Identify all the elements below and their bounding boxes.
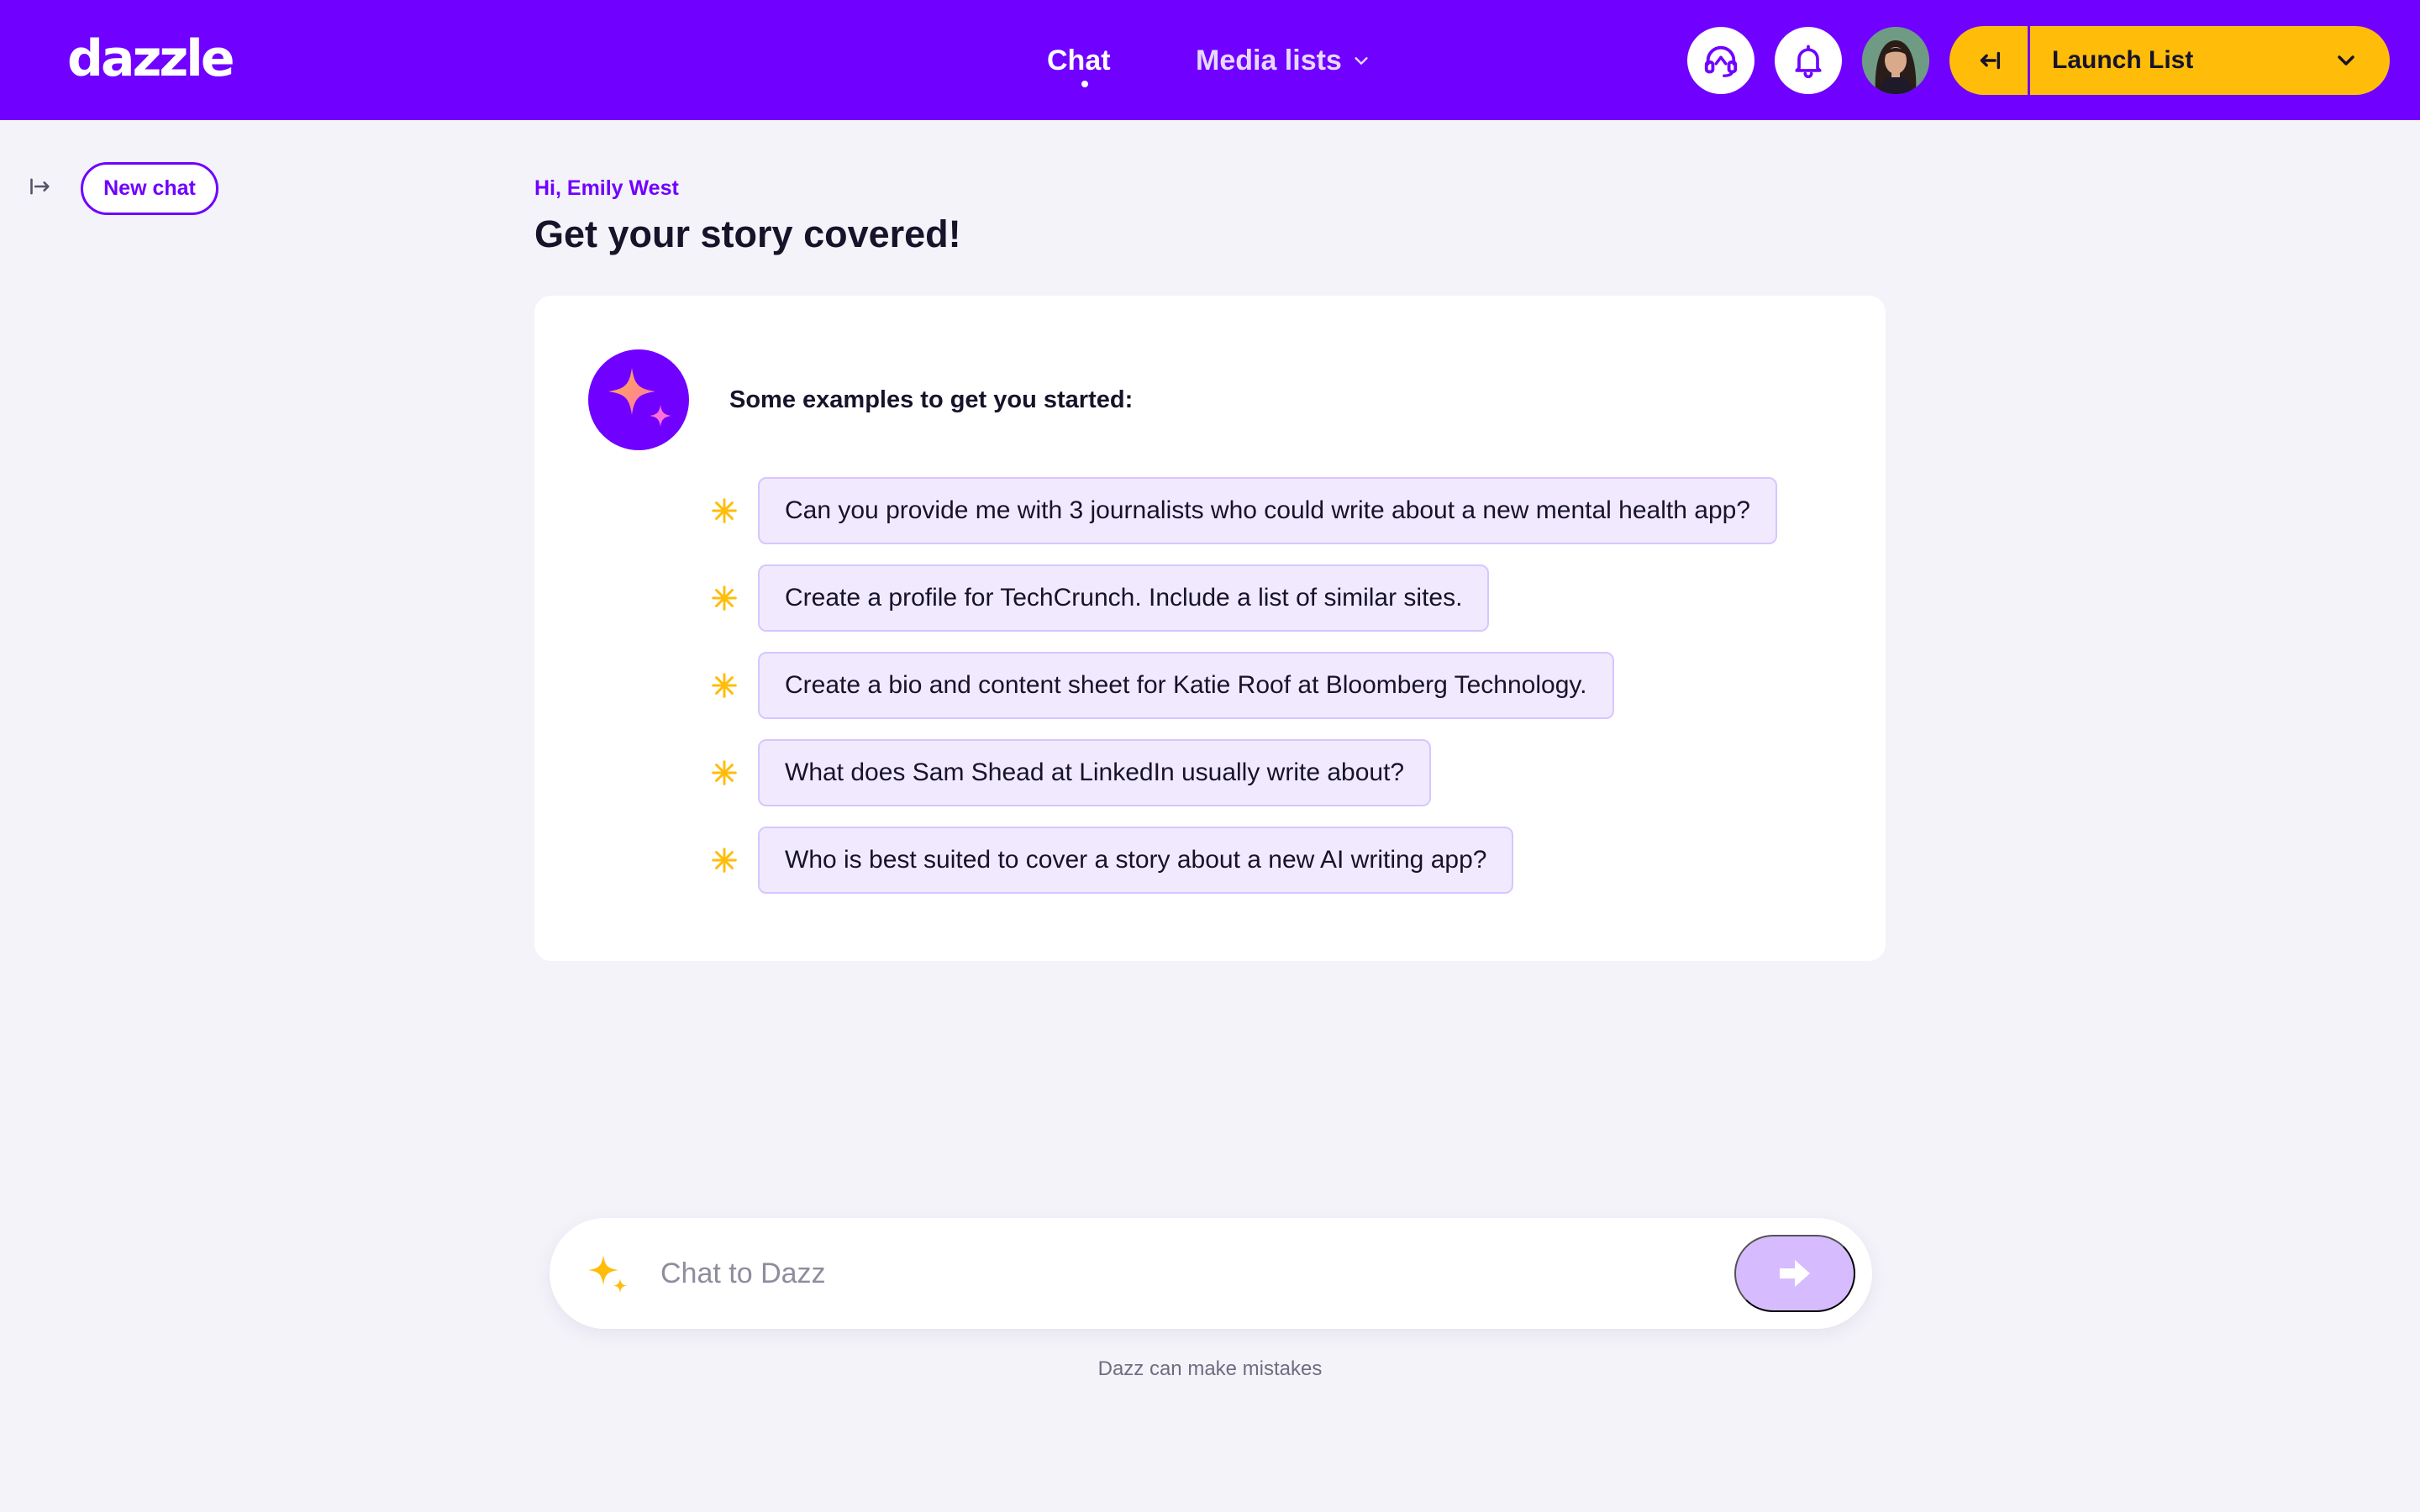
example-prompt-item: Create a bio and content sheet for Katie… xyxy=(711,652,1614,719)
page-title: Get your story covered! xyxy=(534,213,961,255)
example-prompt-chip[interactable]: What does Sam Shead at LinkedIn usually … xyxy=(758,739,1432,806)
support-button[interactable] xyxy=(1687,27,1754,94)
nav-media-lists-label: Media lists xyxy=(1196,45,1342,76)
example-prompt-chip[interactable]: Create a bio and content sheet for Katie… xyxy=(758,652,1614,719)
disclaimer-text: Dazz can make mistakes xyxy=(1097,1357,1323,1380)
nav-media-lists-dropdown[interactable]: Media lists xyxy=(1196,40,1370,81)
example-prompt-item: Who is best suited to cover a story abou… xyxy=(711,827,1514,894)
arrow-to-line-left-icon xyxy=(1980,51,2000,70)
expand-sidebar-icon[interactable] xyxy=(29,175,52,198)
asterisk-icon xyxy=(712,760,737,785)
examples-heading: Some examples to get you started: xyxy=(729,386,1134,413)
asterisk-icon xyxy=(712,585,737,611)
launch-list-label: Launch List xyxy=(2052,46,2194,74)
top-navigation-bar: dazzle Chat Media lists Launch List xyxy=(0,0,2420,120)
nav-chat-tab[interactable]: Chat xyxy=(1047,40,1111,81)
bell-icon xyxy=(1795,45,1822,79)
user-photo xyxy=(1862,27,1929,94)
asterisk-icon xyxy=(712,498,737,523)
chevron-down-icon xyxy=(2338,55,2354,66)
user-avatar[interactable] xyxy=(1862,27,1929,94)
examples-card: Some examples to get you started: Can yo… xyxy=(534,296,1886,961)
example-prompt-item: Create a profile for TechCrunch. Include… xyxy=(711,564,1490,632)
active-tab-indicator xyxy=(1081,81,1088,87)
chevron-down-icon xyxy=(1355,57,1368,65)
example-prompt-chip[interactable]: Who is best suited to cover a story abou… xyxy=(758,827,1514,894)
example-prompt-item: Can you provide me with 3 journalists wh… xyxy=(711,477,1777,544)
example-prompt-chip[interactable]: Create a profile for TechCrunch. Include… xyxy=(758,564,1490,632)
arrow-right-icon xyxy=(1780,1260,1810,1287)
user-greeting: Hi, Emily West xyxy=(534,176,679,200)
dazz-assistant-avatar xyxy=(588,349,689,450)
launch-list-collapse-button[interactable] xyxy=(1949,26,2030,95)
dazzle-logo[interactable]: dazzle xyxy=(67,29,235,89)
sparkle-icon xyxy=(608,368,671,427)
example-prompt-chip[interactable]: Can you provide me with 3 journalists wh… xyxy=(758,477,1777,544)
launch-list-button[interactable]: Launch List xyxy=(1949,26,2390,95)
chat-input[interactable] xyxy=(660,1248,1694,1299)
send-button[interactable] xyxy=(1734,1235,1855,1312)
sparkle-icon xyxy=(588,1255,627,1293)
new-chat-button[interactable]: New chat xyxy=(81,162,218,215)
asterisk-icon xyxy=(712,673,737,698)
asterisk-icon xyxy=(712,848,737,873)
headset-icon xyxy=(1704,45,1738,77)
chat-composer xyxy=(550,1218,1872,1329)
example-prompt-item: What does Sam Shead at LinkedIn usually … xyxy=(711,739,1432,806)
notifications-button[interactable] xyxy=(1775,27,1842,94)
